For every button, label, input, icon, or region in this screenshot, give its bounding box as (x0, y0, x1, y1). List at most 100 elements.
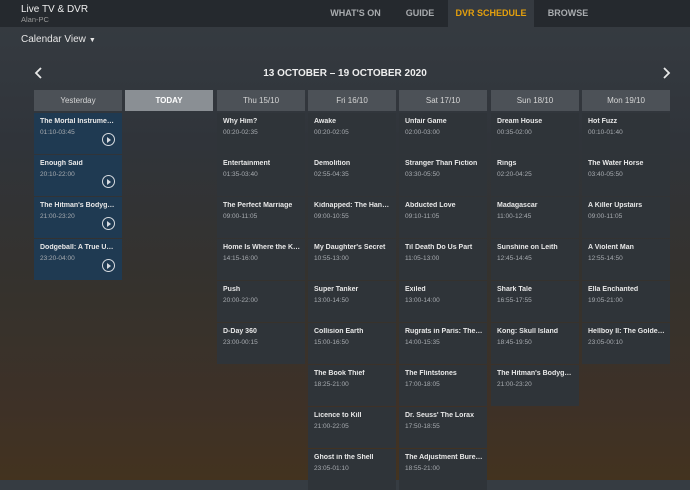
recording-item[interactable]: The Book Thief 18:25-21:00 (308, 365, 396, 406)
recording-item[interactable]: The Mortal Instruments... 01:10-03:45 (34, 113, 122, 154)
program-time: 14:00-15:35 (405, 339, 440, 346)
play-icon[interactable] (102, 259, 115, 272)
program-time: 14:15-16:00 (223, 255, 258, 262)
program-title: Unfair Game (405, 118, 447, 125)
program-time: 00:10-01:40 (588, 129, 623, 136)
program-time: 09:00-11:05 (588, 213, 623, 220)
program-time: 00:20-02:35 (223, 129, 258, 136)
program-time: 18:25-21:00 (314, 381, 349, 388)
caret-down-icon: ▼ (88, 37, 96, 44)
program-time: 13:00-14:50 (314, 297, 349, 304)
program-time: 11:05-13:00 (405, 255, 440, 262)
program-time: 12:45-14:45 (497, 255, 532, 262)
program-title: The Adjustment Bureau (405, 454, 483, 461)
program-title: Demolition (314, 160, 351, 167)
recording-item[interactable]: Hot Fuzz 00:10-01:40 (582, 113, 670, 154)
recording-item[interactable]: A Violent Man 12:55-14:50 (582, 239, 670, 280)
recording-item[interactable]: Push 20:00-22:00 (217, 281, 305, 322)
program-time: 18:45-19:50 (497, 339, 532, 346)
recording-item[interactable]: Abducted Love 09:10-11:05 (399, 197, 487, 238)
program-title: Dream House (497, 118, 543, 125)
day-header-6: Mon 19/10 (582, 90, 670, 111)
recording-item[interactable]: Ghost in the Shell 23:05-01:10 (308, 449, 396, 490)
recording-item[interactable]: The Flintstones 17:00-18:05 (399, 365, 487, 406)
program-time: 02:00-03:00 (405, 129, 440, 136)
recording-item[interactable]: Licence to Kill 21:00-22:05 (308, 407, 396, 448)
recording-item[interactable]: The Hitman's Bodyguard 21:00-23:20 (491, 365, 579, 406)
recording-item[interactable]: A Killer Upstairs 09:00-11:05 (582, 197, 670, 238)
recording-item[interactable]: Super Tanker 13:00-14:50 (308, 281, 396, 322)
play-icon[interactable] (102, 133, 115, 146)
nav-whats-on[interactable]: WHAT'S ON (322, 0, 389, 27)
program-title: Kong: Skull Island (497, 328, 559, 335)
calendar-view-dropdown[interactable]: Calendar View ▼ (21, 34, 96, 45)
program-title: Home Is Where the Kill... (223, 244, 301, 251)
chevron-right-icon[interactable] (662, 66, 671, 82)
program-title: The Hitman's Bodyguard (40, 202, 116, 209)
program-title: My Daughter's Secret (314, 244, 386, 251)
recording-item[interactable]: The Hitman's Bodyguard 21:00-23:20 (34, 197, 122, 238)
program-time: 13:00-14:00 (405, 297, 440, 304)
recording-item[interactable]: Hellboy II: The Golden A... 23:05-00:10 (582, 323, 670, 364)
recording-item[interactable]: The Water Horse 03:40-05:50 (582, 155, 670, 196)
program-title: Madagascar (497, 202, 538, 209)
program-title: Collision Earth (314, 328, 364, 335)
recording-item[interactable]: Awake 00:20-02:05 (308, 113, 396, 154)
program-title: Hellboy II: The Golden A... (588, 328, 666, 335)
recording-item[interactable]: Stranger Than Fiction 03:30-05:50 (399, 155, 487, 196)
program-title: Why Him? (223, 118, 258, 125)
program-time: 11:00-12:45 (497, 213, 532, 220)
program-title: Exiled (405, 286, 426, 293)
program-time: 18:55-21:00 (405, 465, 440, 472)
program-time: 10:55-13:00 (314, 255, 349, 262)
recording-item[interactable]: Dream House 00:35-02:00 (491, 113, 579, 154)
program-time: 00:20-02:05 (314, 129, 349, 136)
recording-item[interactable]: Home Is Where the Kill... 14:15-16:00 (217, 239, 305, 280)
recording-item[interactable]: Unfair Game 02:00-03:00 (399, 113, 487, 154)
play-icon[interactable] (102, 175, 115, 188)
recording-item[interactable]: Entertainment 01:35-03:40 (217, 155, 305, 196)
recording-item[interactable]: Exiled 13:00-14:00 (399, 281, 487, 322)
recording-item[interactable]: Demolition 02:55-04:35 (308, 155, 396, 196)
recording-item[interactable]: Dodgeball: A True Unde... 23:20-04:00 (34, 239, 122, 280)
program-time: 19:05-21:00 (588, 297, 623, 304)
nav-dvr-schedule[interactable]: DVR SCHEDULE (448, 0, 534, 27)
nav-browse[interactable]: BROWSE (538, 0, 598, 27)
day-header-5: Sun 18/10 (491, 90, 579, 111)
recording-item[interactable]: Enough Said 20:10-22:00 (34, 155, 122, 196)
recording-item[interactable]: My Daughter's Secret 10:55-13:00 (308, 239, 396, 280)
recording-item[interactable]: Rugrats in Paris: The M... 14:00-15:35 (399, 323, 487, 364)
recording-item[interactable]: Why Him? 00:20-02:35 (217, 113, 305, 154)
program-title: Dr. Seuss' The Lorax (405, 412, 474, 419)
program-time: 09:00-10:55 (314, 213, 349, 220)
recording-item[interactable]: Sunshine on Leith 12:45-14:45 (491, 239, 579, 280)
program-time: 17:00-18:05 (405, 381, 440, 388)
recording-item[interactable]: The Adjustment Bureau 18:55-21:00 (399, 449, 487, 490)
recording-item[interactable]: Ella Enchanted 19:05-21:00 (582, 281, 670, 322)
nav-guide[interactable]: GUIDE (395, 0, 445, 27)
recording-item[interactable]: Til Death Do Us Part 11:05-13:00 (399, 239, 487, 280)
day-header-4: Sat 17/10 (399, 90, 487, 111)
play-icon[interactable] (102, 217, 115, 230)
program-time: 21:00-22:05 (314, 423, 349, 430)
recording-item[interactable]: Rings 02:20-04:25 (491, 155, 579, 196)
program-title: Awake (314, 118, 337, 125)
recording-item[interactable]: Collision Earth 15:00-16:50 (308, 323, 396, 364)
date-range-title: 13 OCTOBER – 19 OCTOBER 2020 (263, 68, 427, 79)
program-time: 03:40-05:50 (588, 171, 623, 178)
program-title: Super Tanker (314, 286, 359, 293)
program-title: Licence to Kill (314, 412, 362, 419)
program-time: 01:35-03:40 (223, 171, 258, 178)
recording-item[interactable]: Kong: Skull Island 18:45-19:50 (491, 323, 579, 364)
program-time: 03:30-05:50 (405, 171, 440, 178)
recording-item[interactable]: Madagascar 11:00-12:45 (491, 197, 579, 238)
program-time: 23:05-01:10 (314, 465, 349, 472)
recording-item[interactable]: Kidnapped: The Hanna... 09:00-10:55 (308, 197, 396, 238)
program-title: Ghost in the Shell (314, 454, 374, 461)
recording-item[interactable]: D-Day 360 23:00-00:15 (217, 323, 305, 364)
recording-item[interactable]: The Perfect Marriage 09:00-11:05 (217, 197, 305, 238)
program-title: A Violent Man (588, 244, 634, 251)
recording-item[interactable]: Dr. Seuss' The Lorax 17:50-18:55 (399, 407, 487, 448)
recording-item[interactable]: Shark Tale 16:55-17:55 (491, 281, 579, 322)
program-time: 21:00-23:20 (497, 381, 532, 388)
